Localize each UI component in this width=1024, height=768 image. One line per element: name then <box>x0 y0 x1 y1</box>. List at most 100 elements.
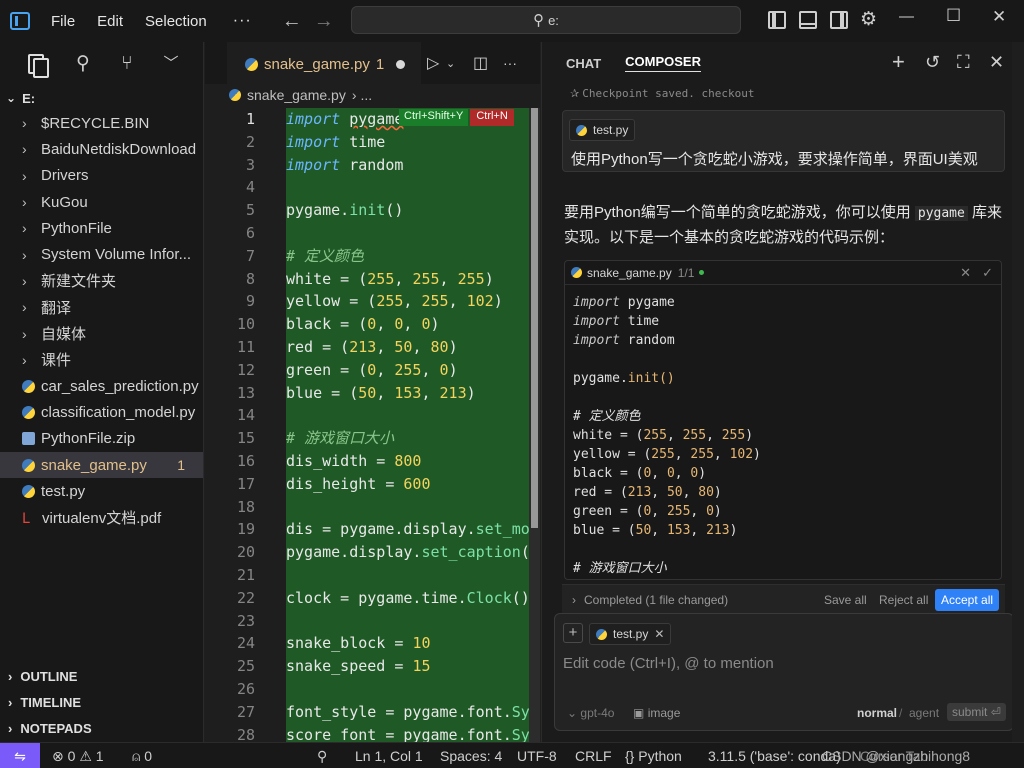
tree-item-recycle-bin[interactable]: › $RECYCLE.BIN <box>0 110 203 136</box>
toggle-sidebar-icon[interactable] <box>768 11 786 29</box>
chevron-right-icon[interactable]: › <box>572 593 576 607</box>
input-placeholder[interactable]: Edit code (Ctrl+I), @ to mention <box>563 655 774 672</box>
reject-shortcut-hint[interactable]: Ctrl+N <box>470 109 514 126</box>
chevron-down-icon[interactable]: ﹀ <box>160 53 182 75</box>
toggle-secondary-sidebar-icon[interactable] <box>830 11 848 29</box>
menu-more-button[interactable]: ··· <box>233 12 252 30</box>
panel-scrollbar[interactable] <box>1012 42 1024 742</box>
python-file-icon <box>229 89 241 101</box>
tree-item-baidunetdisk[interactable]: › BaiduNetdiskDownload <box>0 136 203 162</box>
tree-item-drivers[interactable]: › Drivers <box>0 163 203 189</box>
python-interpreter[interactable]: 3.11.5 ('base': conda) <box>708 748 841 764</box>
section-outline[interactable]: › OUTLINE <box>0 663 204 689</box>
breadcrumb-more[interactable]: ... <box>361 87 373 103</box>
ports-indicator[interactable]: ⍝ 0 <box>132 748 152 765</box>
more-actions-icon[interactable]: ··· <box>503 55 517 71</box>
breadcrumb-file[interactable]: snake_game.py <box>247 87 346 103</box>
number: 255 <box>682 428 707 443</box>
code-card-header[interactable]: snake_game.py 1/1 ✕ ✓ <box>565 261 1001 285</box>
maximize-icon[interactable]: ☐ <box>946 6 961 26</box>
history-icon[interactable]: ↺ <box>925 52 940 73</box>
reject-change-icon[interactable]: ✕ <box>960 265 971 281</box>
mode-normal-toggle[interactable]: normal <box>857 706 897 720</box>
tree-item-pythonfile[interactable]: › PythonFile <box>0 215 203 241</box>
code-text: score_font = pygame.font. <box>286 725 512 742</box>
line-number: 22 <box>236 588 255 607</box>
tree-item-car-sales[interactable]: car_sales_prediction.py <box>0 373 203 399</box>
assistant-text: 要用Python编写一个简单的贪吃蛇游戏，你可以使用 <box>564 204 911 221</box>
zoom-icon[interactable]: ⚲ <box>317 748 327 765</box>
accept-shortcut-hint[interactable]: Ctrl+Shift+Y <box>399 109 469 126</box>
menu-edit[interactable]: Edit <box>97 13 123 30</box>
cursor-position[interactable]: Ln 1, Col 1 <box>355 748 423 764</box>
tab-chat[interactable]: CHAT <box>566 56 601 71</box>
chevron-down-icon[interactable]: ⌄ <box>446 57 455 70</box>
tree-item-courseware[interactable]: › 课件 <box>0 347 203 373</box>
gear-icon[interactable]: ⚙ <box>860 8 878 30</box>
composer-input[interactable]: + test.py ✕ Edit code (Ctrl+I), @ to men… <box>554 613 1014 731</box>
close-window-icon[interactable]: ✕ <box>992 7 1006 27</box>
reject-all-button[interactable]: Reject all <box>879 593 928 607</box>
search-icon[interactable]: ⚲ <box>72 53 94 75</box>
menu-file[interactable]: File <box>51 13 75 30</box>
code-area[interactable]: 1 2 3 4 5 6 7 8 9 10 11 12 13 14 15 16 17 18 19 20 21 22 23 24 2… <box>205 108 540 742</box>
keyword: import <box>573 295 620 310</box>
tree-item-virtualenv-pdf[interactable]: ᒪ virtualenv文档.pdf <box>0 504 203 530</box>
image-button[interactable]: ▣ image <box>633 706 680 720</box>
explorer-root[interactable]: ⌄ E: <box>0 86 203 110</box>
tree-item-translate[interactable]: › 翻译 <box>0 294 203 320</box>
model-selector[interactable]: ⌄ gpt-4o <box>567 706 614 720</box>
code-line: import pygame <box>573 293 993 312</box>
section-notepads[interactable]: › NOTEPADS <box>0 715 204 741</box>
code-line: font_style = pygame.font.SysFont <box>286 701 529 724</box>
context-file-chip[interactable]: test.py <box>569 119 636 141</box>
source-control-icon[interactable]: ⑂ <box>116 53 138 75</box>
tree-item-snake-game[interactable]: snake_game.py 1 <box>0 451 203 479</box>
toggle-panel-icon[interactable] <box>799 11 817 29</box>
save-all-button[interactable]: Save all <box>824 593 867 607</box>
encoding[interactable]: UTF-8 <box>517 748 557 764</box>
tree-item-kugou[interactable]: › KuGou <box>0 189 203 215</box>
line-endings[interactable]: CRLF <box>575 748 612 764</box>
tree-item-pythonfile-zip[interactable]: PythonFile.zip <box>0 426 203 452</box>
remove-chip-icon[interactable]: ✕ <box>654 627 664 641</box>
split-editor-icon[interactable]: ◫ <box>473 53 488 73</box>
number: 255 <box>666 504 691 519</box>
minimize-icon[interactable]: — <box>899 8 914 25</box>
mode-agent-toggle[interactable]: agent <box>909 706 939 720</box>
tree-item-classification[interactable]: classification_model.py <box>0 399 203 425</box>
accept-change-icon[interactable]: ✓ <box>982 265 993 281</box>
indentation[interactable]: Spaces: 4 <box>440 748 502 764</box>
warning-count: 1 <box>95 748 104 764</box>
module-name: time <box>340 132 386 151</box>
expand-icon[interactable]: ⛶ <box>957 52 970 73</box>
run-icon[interactable]: ▷ <box>427 53 439 73</box>
code-lines[interactable]: import pygame import time import random … <box>286 108 529 742</box>
remote-indicator-icon[interactable]: ⇋ <box>0 742 40 768</box>
tree-item-test-py[interactable]: test.py <box>0 478 203 504</box>
tab-composer[interactable]: COMPOSER <box>625 54 701 72</box>
explorer-icon[interactable] <box>26 53 49 78</box>
submit-button[interactable]: submit ⏎ <box>947 703 1006 721</box>
tree-item-new-folder[interactable]: › 新建文件夹 <box>0 268 203 294</box>
add-context-icon[interactable]: + <box>563 623 583 643</box>
new-composer-icon[interactable]: + <box>892 49 905 75</box>
tree-item-system-volume[interactable]: › System Volume Infor... <box>0 241 203 267</box>
menu-selection[interactable]: Selection <box>145 13 207 30</box>
section-timeline[interactable]: › TIMELINE <box>0 689 204 715</box>
unsaved-dot-icon[interactable] <box>396 59 406 69</box>
tab-snake-game[interactable]: snake_game.py 1 <box>227 42 421 84</box>
tree-item-media[interactable]: › 自媒体 <box>0 320 203 346</box>
checkpoint-notice[interactable]: ✰ Checkpoint saved. checkout <box>570 87 754 100</box>
editor-scrollbar-thumb[interactable] <box>531 108 538 528</box>
command-search-input[interactable]: ⚲ e: <box>351 6 741 34</box>
problem-count-badge: 1 <box>177 457 185 473</box>
code-text: , <box>448 292 467 311</box>
problems-indicator[interactable]: ⊗ 0 ⚠ 1 <box>52 748 104 765</box>
back-arrow-icon[interactable]: ← <box>282 10 302 33</box>
accept-all-button[interactable]: Accept all <box>935 589 1000 611</box>
close-panel-icon[interactable]: ✕ <box>989 52 1004 73</box>
context-file-chip[interactable]: test.py ✕ <box>589 623 672 645</box>
language-mode[interactable]: {} Python <box>625 748 682 764</box>
forward-arrow-icon[interactable]: → <box>314 10 334 33</box>
